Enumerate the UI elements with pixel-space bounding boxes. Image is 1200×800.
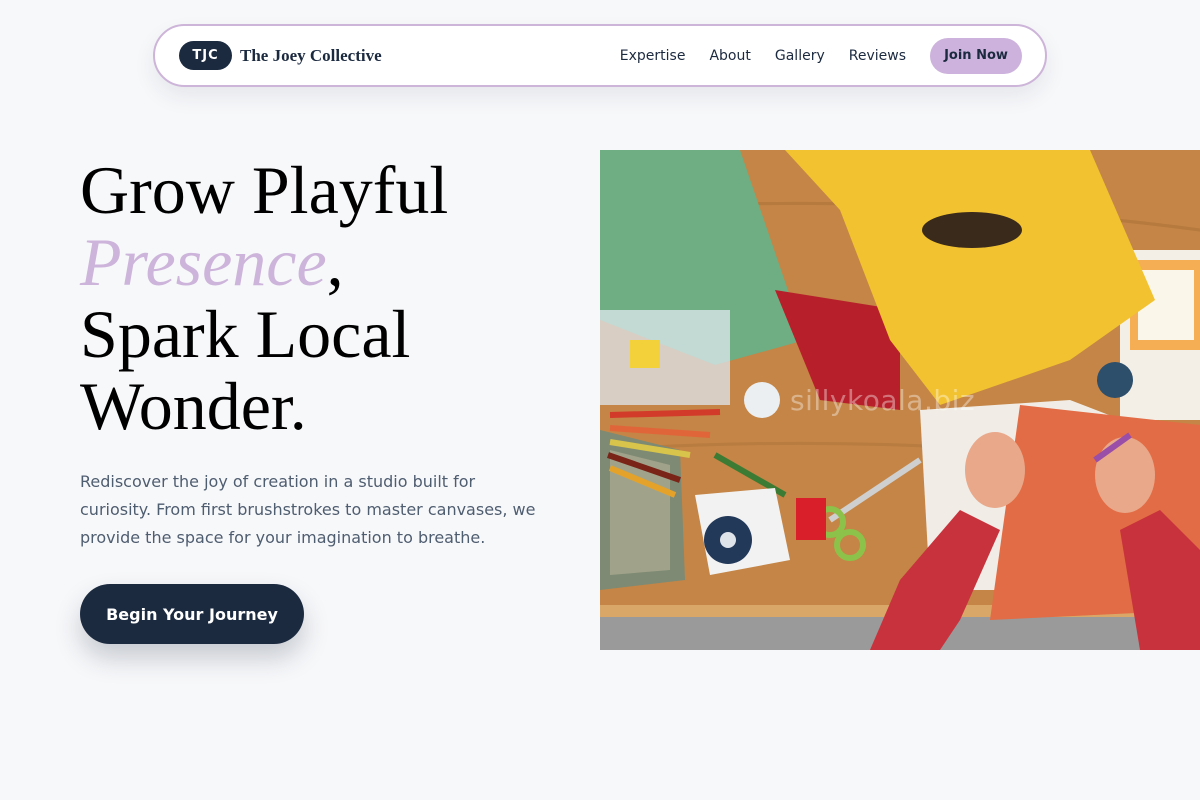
join-now-button[interactable]: Join Now: [930, 37, 1022, 74]
hero-title-line-4: Wonder.: [80, 368, 307, 444]
brand-name: The Joey Collective: [240, 45, 382, 65]
watermark: sillykoala.biz: [790, 384, 976, 417]
nav-link-expertise[interactable]: Expertise: [620, 48, 686, 64]
hero-title-accent: Presence: [80, 224, 327, 300]
brand[interactable]: TJC The Joey Collective: [179, 41, 382, 70]
top-nav: TJC The Joey Collective Expertise About …: [153, 24, 1047, 87]
hero-title-comma: ,: [326, 224, 344, 300]
begin-journey-button[interactable]: Begin Your Journey: [80, 584, 304, 644]
hero-subtitle: Rediscover the joy of creation in a stud…: [80, 472, 536, 547]
hero-title-line-1: Grow Playful: [80, 152, 449, 228]
nav-link-about[interactable]: About: [709, 48, 750, 64]
nav-link-gallery[interactable]: Gallery: [775, 48, 825, 64]
hero-image: sillykoala.biz: [600, 150, 1200, 650]
hero-title: Grow Playful Presence, Spark Local Wonde…: [80, 154, 580, 442]
hero-title-line-3: Spark Local: [80, 296, 411, 372]
brand-badge: TJC: [179, 41, 232, 70]
nav-link-reviews[interactable]: Reviews: [849, 48, 906, 64]
nav-links: Expertise About Gallery Reviews Join Now: [620, 37, 1022, 74]
